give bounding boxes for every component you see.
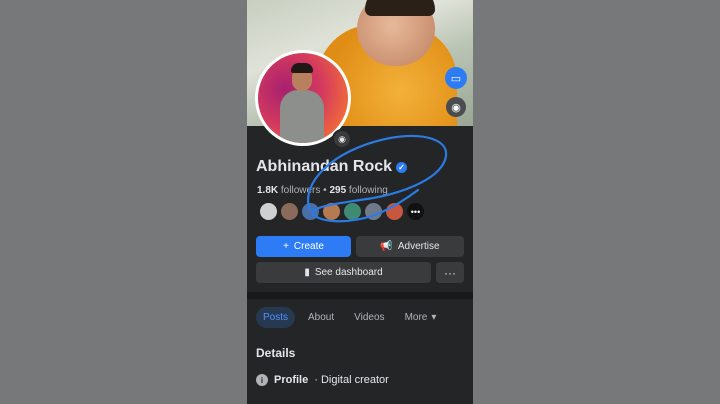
camera-icon[interactable]: ◉ [446,97,466,117]
megaphone-icon: 📢 [380,241,393,252]
avatar-hair [291,63,313,73]
detail-row-profile: i Profile · Digital creator [256,374,389,386]
followers-label[interactable]: followers [281,185,320,196]
tab-label: More [404,312,428,323]
follower-avatar [301,202,320,221]
advertise-label: Advertise [397,241,440,252]
camera-icon[interactable]: ◉ [332,129,352,149]
more-options-icon: ··· [444,265,456,280]
tab-videos[interactable]: Videos [347,307,391,328]
follow-stats: 1.8K followers • 295 following [257,185,388,196]
follower-avatar [343,202,362,221]
more-followers-icon: ••• [406,202,425,221]
follower-avatar [322,202,341,221]
verified-icon: ✓ [396,161,408,173]
tab-more[interactable]: More ▾ [398,307,444,328]
tab-label: Posts [263,312,289,323]
advertise-button[interactable]: 📢 Advertise [356,236,464,257]
profile-screen: ▭ ◉ ◉ Abhinandan Rock ✓ 1.8K followers •… [247,0,473,404]
plus-icon: + [283,241,289,252]
tab-label: About [308,312,335,323]
avatar-body [280,90,324,143]
tab-label: Videos [354,312,385,323]
chart-icon: ▮ [304,267,310,278]
following-count[interactable]: 295 [329,185,346,196]
tab-about[interactable]: About [301,307,341,328]
messenger-icon[interactable]: ▭ [445,67,467,89]
dashboard-label: See dashboard [314,267,383,278]
see-dashboard-button[interactable]: ▮ See dashboard [256,262,431,283]
info-icon: i [256,374,268,386]
profile-name: Abhinandan Rock ✓ [256,158,408,176]
profile-category-value: · Digital creator [314,374,389,386]
section-divider [247,292,473,299]
avatar-image [258,53,348,143]
chevron-down-icon: ▾ [431,312,437,323]
profile-name-text: Abhinandan Rock [256,158,393,175]
followers-count[interactable]: 1.8K [257,185,278,196]
following-label[interactable]: following [349,185,388,196]
tab-posts[interactable]: Posts [256,307,296,328]
follower-avatars[interactable]: ••• [259,202,425,221]
profile-tabs: Posts About Videos More ▾ [256,307,443,328]
details-heading: Details [256,346,296,360]
more-options-button[interactable]: ··· [436,262,464,283]
profile-category-label: Profile [274,374,309,386]
follower-avatar [385,202,404,221]
follower-avatar [364,202,383,221]
cover-hair [365,0,435,16]
follower-avatar [259,202,278,221]
create-label: Create [293,241,324,252]
follower-avatar [280,202,299,221]
create-button[interactable]: + Create [256,236,351,257]
stats-separator: • [323,185,327,196]
